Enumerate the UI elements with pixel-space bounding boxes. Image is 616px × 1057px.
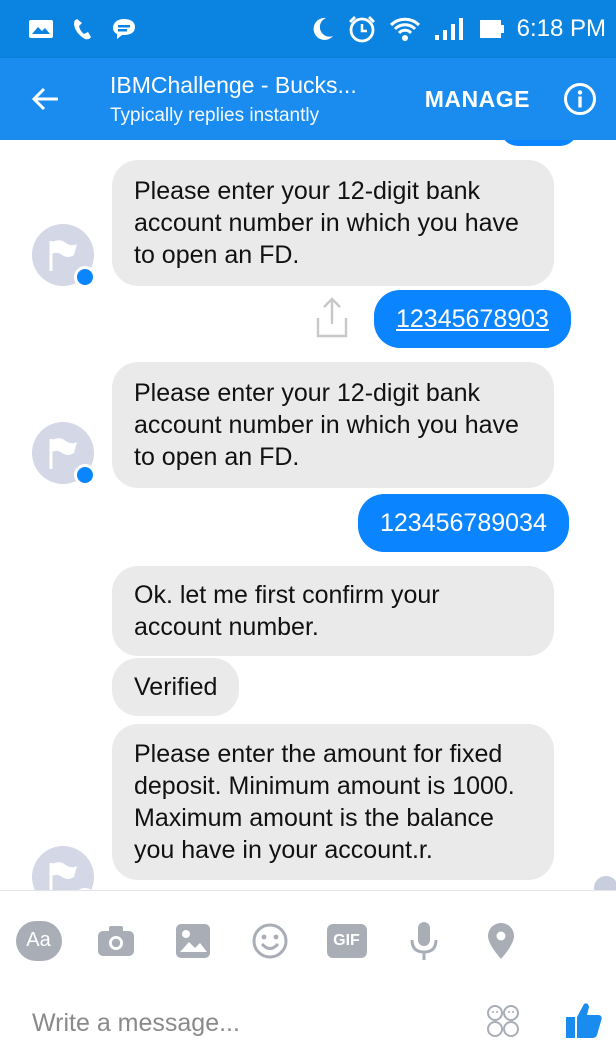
composer-toolbar: Aa GIF bbox=[0, 890, 616, 990]
bot-avatar[interactable] bbox=[32, 846, 96, 890]
back-button[interactable] bbox=[0, 58, 110, 140]
manage-button[interactable]: MANAGE bbox=[425, 86, 530, 113]
incoming-message[interactable]: Ok. let me first confirm your account nu… bbox=[112, 566, 554, 656]
conversation-subtitle: Typically replies instantly bbox=[110, 104, 320, 126]
like-button[interactable] bbox=[564, 1000, 604, 1040]
message-input[interactable] bbox=[0, 1009, 420, 1038]
info-icon bbox=[564, 83, 596, 115]
gallery-button[interactable] bbox=[154, 891, 231, 991]
flag-icon bbox=[49, 438, 77, 469]
wifi-icon bbox=[389, 16, 421, 42]
share-icon[interactable] bbox=[312, 296, 352, 340]
thumbs-up-icon bbox=[566, 1003, 602, 1038]
image-icon bbox=[175, 923, 210, 958]
chat-notification-icon bbox=[112, 17, 136, 41]
bot-avatar[interactable] bbox=[32, 422, 96, 486]
location-button[interactable] bbox=[462, 891, 539, 991]
emoji-icon bbox=[252, 923, 287, 958]
flag-icon bbox=[49, 240, 77, 271]
message-list[interactable]: Please enter your 12-digit bank account … bbox=[0, 140, 616, 890]
incoming-message[interactable]: Please enter your 12-digit bank account … bbox=[112, 362, 554, 488]
back-arrow-icon bbox=[32, 87, 58, 111]
incoming-message[interactable]: Please enter the amount for fixed deposi… bbox=[112, 724, 554, 880]
outgoing-message[interactable]: 12345678903 bbox=[374, 290, 571, 348]
bot-avatar[interactable] bbox=[32, 224, 96, 288]
outgoing-message[interactable]: 123456789034 bbox=[358, 494, 569, 552]
emoji-button[interactable] bbox=[231, 891, 308, 991]
location-pin-icon bbox=[487, 922, 514, 959]
previous-message-bubble bbox=[500, 140, 578, 146]
battery-icon bbox=[479, 18, 505, 40]
incoming-message[interactable]: Verified bbox=[112, 658, 240, 716]
messenger-badge-icon bbox=[74, 266, 96, 288]
microphone-icon bbox=[410, 921, 437, 960]
voice-button[interactable] bbox=[385, 891, 462, 991]
phone-icon bbox=[72, 17, 94, 41]
messenger-badge-icon bbox=[74, 464, 96, 486]
gif-button[interactable]: GIF bbox=[308, 891, 385, 991]
incoming-message[interactable]: Please enter your 12-digit bank account … bbox=[112, 160, 554, 286]
gif-icon: GIF bbox=[326, 923, 367, 958]
message-composer bbox=[0, 990, 616, 1057]
conversation-title-block[interactable]: IBMChallenge - Bucks... Typically replie… bbox=[110, 72, 357, 127]
info-button[interactable] bbox=[560, 79, 600, 119]
conversation-title: IBMChallenge - Bucks... bbox=[110, 71, 357, 98]
gallery-notification-icon bbox=[28, 19, 54, 39]
conversation-header: IBMChallenge - Bucks... Typically replie… bbox=[0, 58, 616, 140]
text-format-button[interactable]: Aa bbox=[0, 891, 77, 991]
camera-button[interactable] bbox=[77, 891, 154, 991]
signal-icon bbox=[433, 16, 467, 42]
read-receipt-avatar bbox=[594, 876, 616, 890]
do-not-disturb-icon bbox=[311, 16, 335, 42]
camera-icon bbox=[97, 925, 134, 956]
flag-icon bbox=[49, 862, 77, 890]
stickers-icon[interactable] bbox=[486, 1004, 520, 1038]
status-time: 6:18 PM bbox=[516, 15, 606, 42]
alarm-icon bbox=[347, 15, 377, 43]
status-bar: 6:18 PM bbox=[0, 0, 616, 58]
text-format-icon: Aa bbox=[15, 920, 62, 961]
